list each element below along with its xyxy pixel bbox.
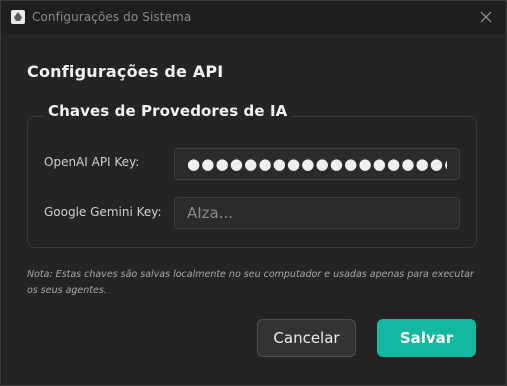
title-bar[interactable]: Configurações do Sistema [1,1,506,34]
settings-dialog: Configurações do Sistema Configurações d… [0,0,507,386]
page-title: Configurações de API [27,62,224,81]
openai-key-label: OpenAI API Key: [44,155,140,169]
cancel-button[interactable]: Cancelar [257,319,356,357]
openai-key-field[interactable]: ●●●●●●●●●●●●●●●●●●●●●● [174,148,460,180]
save-button[interactable]: Salvar [377,319,476,357]
dialog-content: Configurações de API Chaves de Provedore… [2,34,506,385]
close-button[interactable] [474,6,498,28]
api-keys-group: Chaves de Provedores de IA OpenAI API Ke… [27,102,477,248]
app-logo-icon [11,10,25,24]
openai-key-value: ●●●●●●●●●●●●●●●●●●●●●● [187,155,447,173]
storage-note: Nota: Estas chaves são salvas localmente… [27,269,474,296]
gemini-key-label: Google Gemini Key: [44,205,162,219]
window-title: Configurações do Sistema [32,10,192,24]
close-icon [480,11,492,23]
gemini-key-field[interactable]: AIza... [174,197,460,229]
group-title: Chaves de Provedores de IA [44,102,292,120]
gemini-key-placeholder: AIza... [187,204,234,222]
